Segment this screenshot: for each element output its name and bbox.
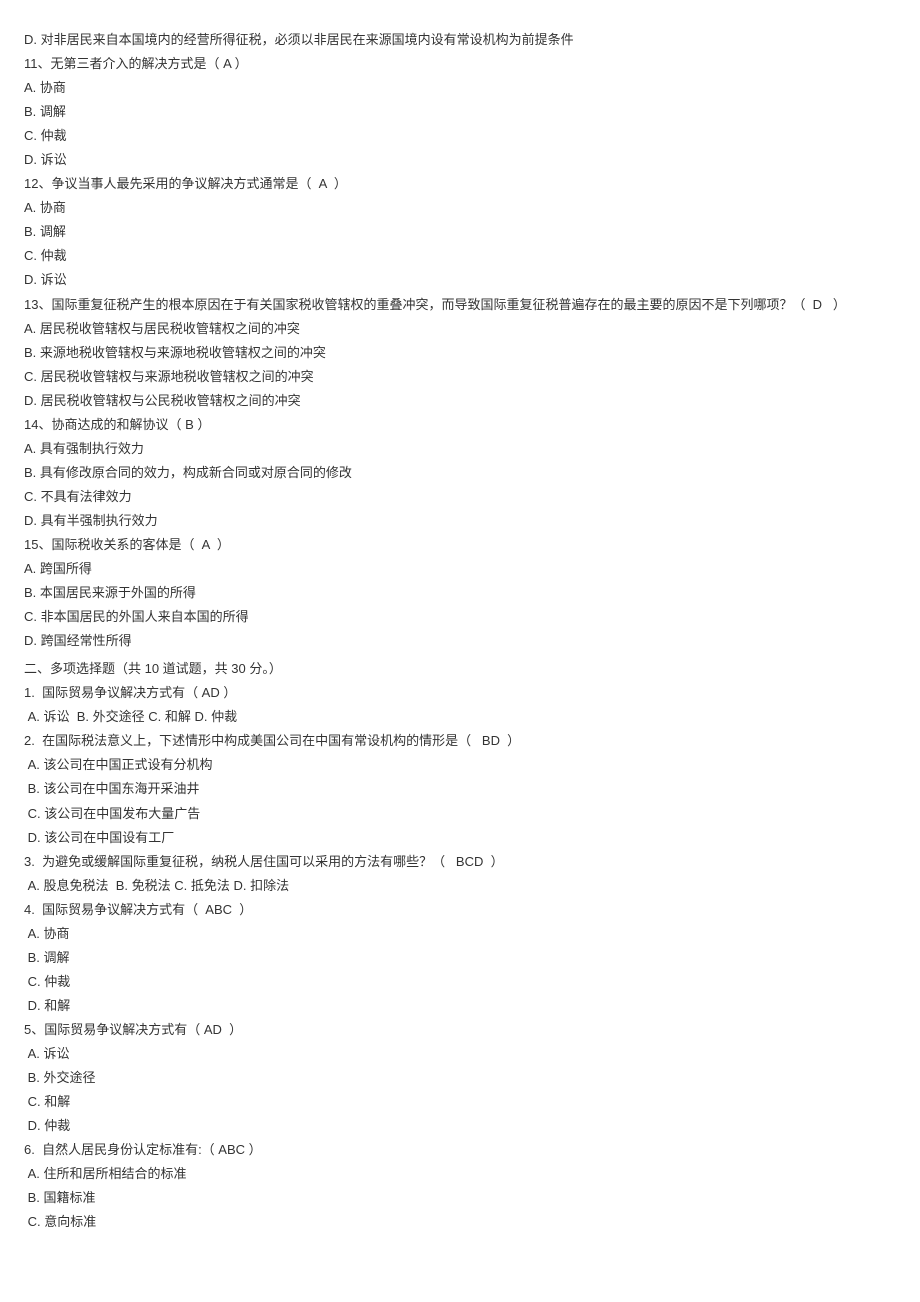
q14-option-D: D. 具有半强制执行效力	[24, 509, 896, 533]
q13-option-C: C. 居民税收管辖权与来源地税收管辖权之间的冲突	[24, 365, 896, 389]
s2-q1-stem: 1. 国际贸易争议解决方式有（ AD ）	[24, 681, 896, 705]
q15-stem: 15、国际税收关系的客体是（ A ）	[24, 533, 896, 557]
s2-q2-option-B: B. 该公司在中国东海开采油井	[24, 777, 896, 801]
q12-stem: 12、争议当事人最先采用的争议解决方式通常是（ A ）	[24, 172, 896, 196]
s2-q4-option-B: B. 调解	[24, 946, 896, 970]
s2-q5-option-C: C. 和解	[24, 1090, 896, 1114]
s2-q4-option-A: A. 协商	[24, 922, 896, 946]
q12-option-A: A. 协商	[24, 196, 896, 220]
s2-q6-option-B: B. 国籍标准	[24, 1186, 896, 1210]
q13-option-D: D. 居民税收管辖权与公民税收管辖权之间的冲突	[24, 389, 896, 413]
q14-option-B: B. 具有修改原合同的效力，构成新合同或对原合同的修改	[24, 461, 896, 485]
s2-q4-option-D: D. 和解	[24, 994, 896, 1018]
q11-option-C: C. 仲裁	[24, 124, 896, 148]
q13-option-A: A. 居民税收管辖权与居民税收管辖权之间的冲突	[24, 317, 896, 341]
section-2-heading: 二、多项选择题（共 10 道试题，共 30 分。）	[24, 657, 896, 681]
q11-option-D: D. 诉讼	[24, 148, 896, 172]
q15-option-D: D. 跨国经常性所得	[24, 629, 896, 653]
q12-option-C: C. 仲裁	[24, 244, 896, 268]
s2-q5-stem: 5、国际贸易争议解决方式有（ AD ）	[24, 1018, 896, 1042]
q15-option-A: A. 跨国所得	[24, 557, 896, 581]
q11-option-B: B. 调解	[24, 100, 896, 124]
q14-option-C: C. 不具有法律效力	[24, 485, 896, 509]
q12-option-D: D. 诉讼	[24, 268, 896, 292]
q13-option-B: B. 来源地税收管辖权与来源地税收管辖权之间的冲突	[24, 341, 896, 365]
q15-option-B: B. 本国居民来源于外国的所得	[24, 581, 896, 605]
q11-option-A: A. 协商	[24, 76, 896, 100]
s2-q6-stem: 6. 自然人居民身份认定标准有:（ ABC ）	[24, 1138, 896, 1162]
q14-option-A: A. 具有强制执行效力	[24, 437, 896, 461]
q13-stem: 13、国际重复征税产生的根本原因在于有关国家税收管辖权的重叠冲突，而导致国际重复…	[24, 293, 896, 317]
s2-q6-option-A: A. 住所和居所相结合的标准	[24, 1162, 896, 1186]
q14-stem: 14、协商达成的和解协议（ B ）	[24, 413, 896, 437]
s2-q2-stem: 2. 在国际税法意义上，下述情形中构成美国公司在中国有常设机构的情形是（ BD …	[24, 729, 896, 753]
s2-q5-option-D: D. 仲裁	[24, 1114, 896, 1138]
s2-q1-options-line: A. 诉讼 B. 外交途径 C. 和解 D. 仲裁	[24, 705, 896, 729]
s2-q4-option-C: C. 仲裁	[24, 970, 896, 994]
s2-q6-option-C: C. 意向标准	[24, 1210, 896, 1234]
q11-stem: 11、无第三者介入的解决方式是（ A ）	[24, 52, 896, 76]
s2-q3-stem: 3. 为避免或缓解国际重复征税，纳税人居住国可以采用的方法有哪些？（ BCD ）	[24, 850, 896, 874]
s2-q2-option-A: A. 该公司在中国正式设有分机构	[24, 753, 896, 777]
s2-q3-options-line: A. 股息免税法 B. 免税法 C. 抵免法 D. 扣除法	[24, 874, 896, 898]
s2-q5-option-A: A. 诉讼	[24, 1042, 896, 1066]
s2-q4-stem: 4. 国际贸易争议解决方式有（ ABC ）	[24, 898, 896, 922]
s2-q5-option-B: B. 外交途径	[24, 1066, 896, 1090]
q15-option-C: C. 非本国居民的外国人来自本国的所得	[24, 605, 896, 629]
s2-q2-option-C: C. 该公司在中国发布大量广告	[24, 802, 896, 826]
q10-option-D: D. 对非居民来自本国境内的经营所得征税，必须以非居民在来源国境内设有常设机构为…	[24, 28, 896, 52]
q12-option-B: B. 调解	[24, 220, 896, 244]
s2-q2-option-D: D. 该公司在中国设有工厂	[24, 826, 896, 850]
